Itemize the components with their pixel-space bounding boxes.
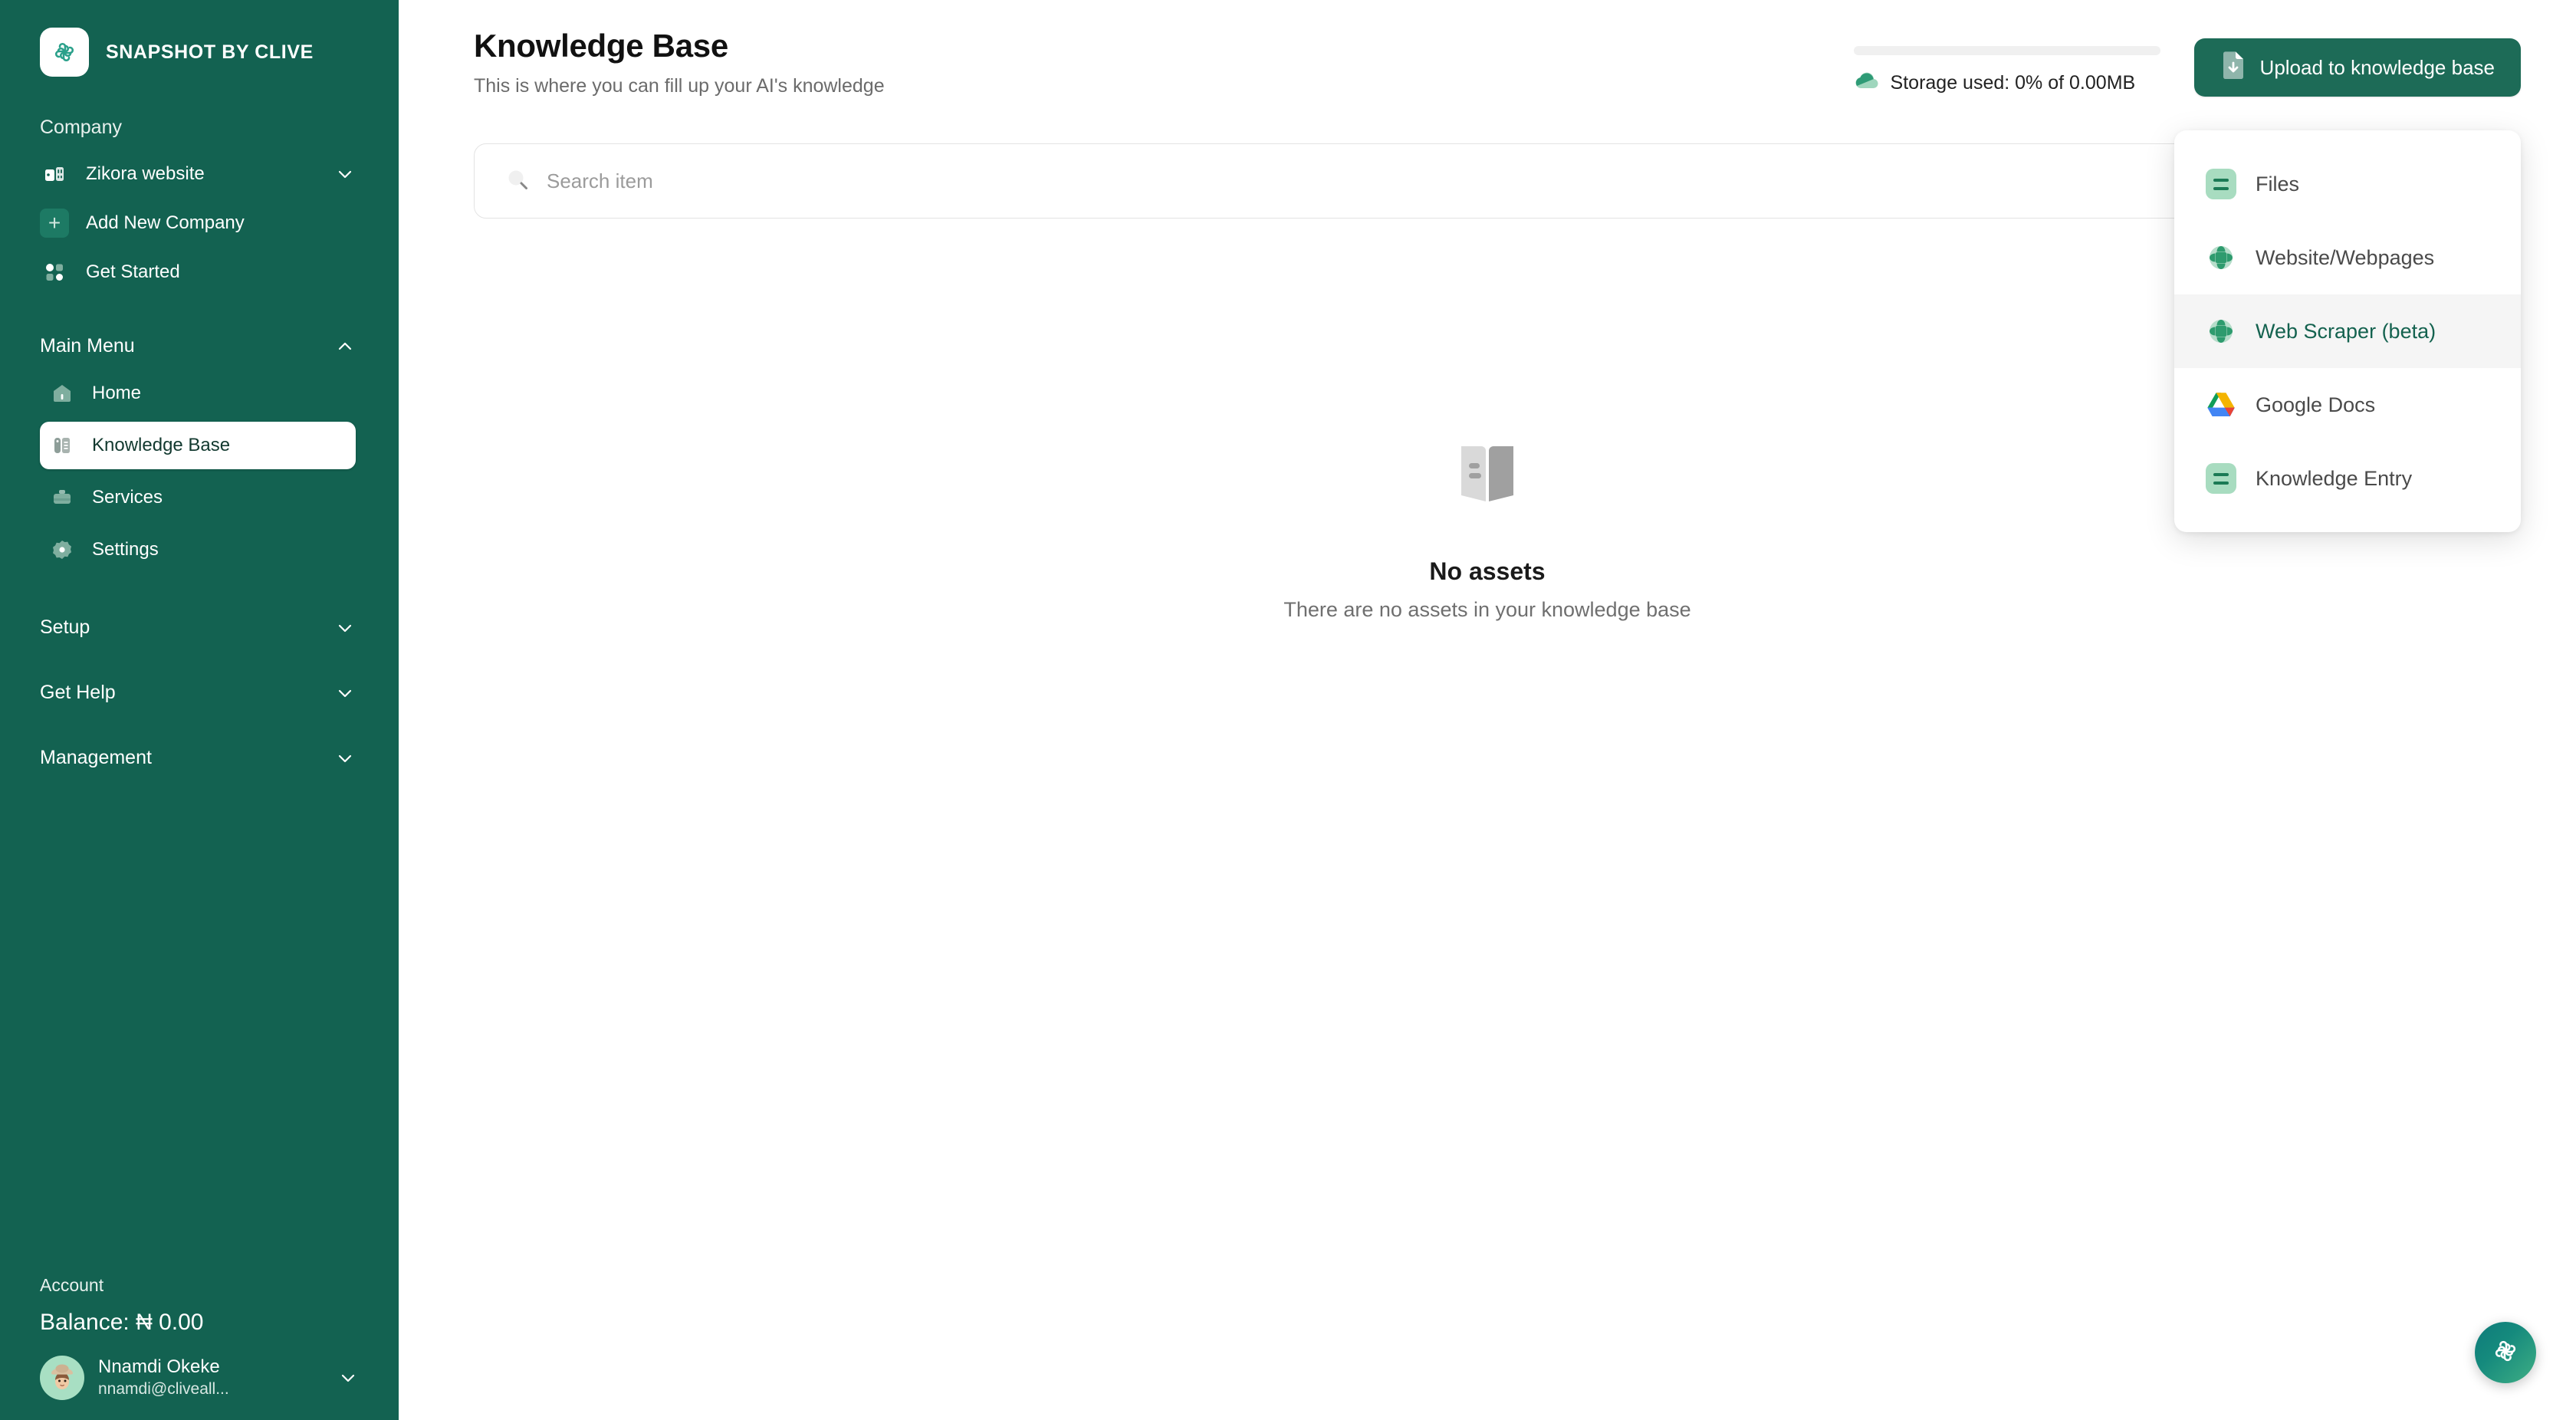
dropdown-item-google-docs[interactable]: Google Docs (2174, 368, 2521, 442)
knowledge-base-icon (49, 432, 75, 459)
sidebar-item-label: Add New Company (86, 212, 245, 233)
google-drive-icon (2205, 389, 2237, 421)
chevron-down-icon[interactable] (337, 1367, 359, 1389)
main-menu-list: Home Knowledge Base Services Settings (0, 370, 399, 574)
page-title-block: Knowledge Base This is where you can fil… (474, 28, 885, 97)
page-subtitle: This is where you can fill up your AI's … (474, 75, 885, 97)
dropdown-item-label: Files (2256, 172, 2300, 196)
brand-header[interactable]: SNAPSHOT BY CLIVE (0, 0, 399, 77)
sidebar-section-main-menu[interactable]: Main Menu (0, 335, 399, 357)
sidebar-item-label: Home (92, 383, 142, 403)
file-download-icon (2220, 51, 2246, 85)
file-tile-icon (2205, 462, 2237, 495)
section-label: Management (40, 747, 152, 768)
user-name: Nnamdi Okeke (98, 1356, 220, 1378)
upload-button-label: Upload to knowledge base (2259, 55, 2495, 79)
user-email: nnamdi@cliveall... (98, 1380, 229, 1399)
storage-indicator: Storage used: 0% of 0.00MB (1853, 38, 2160, 96)
sidebar-item-label: Get Started (86, 261, 180, 282)
home-icon (49, 380, 75, 406)
dropdown-item-files[interactable]: Files (2174, 147, 2521, 221)
section-label: Get Help (40, 682, 116, 703)
cloud-storage-icon (1854, 71, 1880, 96)
sidebar-section-management[interactable]: Management (0, 747, 399, 769)
chevron-down-icon[interactable] (334, 163, 356, 185)
company-list: Zikora website + Add New Company Get Sta… (0, 151, 399, 295)
empty-state-subtitle: There are no assets in your knowledge ba… (1283, 598, 1691, 621)
snapshot-logo-icon (40, 28, 89, 77)
page-header: Knowledge Base This is where you can fil… (399, 0, 2576, 97)
dropdown-item-label: Website/Webpages (2256, 245, 2435, 269)
section-label: Setup (40, 616, 90, 638)
search-placeholder: Search item (547, 169, 653, 192)
sidebar-item-settings[interactable]: Settings (40, 526, 356, 574)
dropdown-item-knowledge-entry[interactable]: Knowledge Entry (2174, 442, 2521, 515)
file-tile-icon (2205, 168, 2237, 200)
sidebar-item-label: Knowledge Base (92, 435, 231, 455)
section-label: Main Menu (40, 335, 135, 357)
dropdown-item-website-webpages[interactable]: Website/Webpages (2174, 221, 2521, 294)
sidebar-section-company: Company (40, 117, 122, 138)
globe-icon (2205, 242, 2237, 274)
search-icon (505, 167, 530, 196)
sidebar-item-services[interactable]: Services (40, 474, 356, 521)
account-label: Account (40, 1275, 104, 1295)
header-actions: Storage used: 0% of 0.00MB Upload to kno… (1853, 28, 2521, 97)
globe-icon (2205, 315, 2237, 347)
company-building-icon (40, 159, 69, 189)
sidebar-item-add-new-company[interactable]: + Add New Company (40, 200, 356, 246)
open-book-icon (1441, 429, 1533, 525)
sidebar-item-label: Settings (92, 539, 159, 560)
snapshot-logo-icon (2489, 1334, 2522, 1372)
sidebar-item-home[interactable]: Home (40, 370, 356, 417)
sidebar-item-label: Zikora website (86, 163, 205, 184)
dots-grid-icon (40, 258, 69, 287)
snapshot-assistant-fab[interactable] (2475, 1322, 2536, 1383)
chevron-up-icon[interactable] (334, 336, 356, 357)
dropdown-item-label: Web Scraper (beta) (2256, 319, 2436, 343)
storage-progress-track (1853, 46, 2160, 55)
sidebar-item-label: Services (92, 487, 163, 508)
storage-row: Storage used: 0% of 0.00MB (1854, 71, 2160, 96)
sidebar-item-zikora-website[interactable]: Zikora website (40, 151, 356, 197)
dropdown-item-label: Knowledge Entry (2256, 466, 2413, 490)
empty-state-title: No assets (1429, 557, 1546, 585)
sidebar-section-get-help[interactable]: Get Help (0, 682, 399, 704)
plus-icon: + (40, 209, 69, 238)
services-icon (49, 485, 75, 511)
upload-options-dropdown: Files Website/Webpages Web Scraper (beta… (2174, 130, 2521, 532)
storage-text: Storage used: 0% of 0.00MB (1890, 72, 2136, 94)
upload-to-knowledge-base-button[interactable]: Upload to knowledge base (2193, 38, 2521, 97)
app-root: SNAPSHOT BY CLIVE Company Zikora website… (0, 0, 2576, 1420)
dropdown-item-web-scraper[interactable]: Web Scraper (beta) (2174, 294, 2521, 368)
brand-name: SNAPSHOT BY CLIVE (106, 41, 314, 63)
sidebar-item-knowledge-base[interactable]: Knowledge Base (40, 422, 356, 469)
avatar (40, 1356, 84, 1400)
sidebar: SNAPSHOT BY CLIVE Company Zikora website… (0, 0, 399, 1420)
settings-icon (49, 537, 75, 563)
dropdown-item-label: Google Docs (2256, 393, 2376, 416)
sidebar-section-setup[interactable]: Setup (0, 616, 399, 639)
account-balance: Balance: ₦ 0.00 (40, 1310, 204, 1335)
account-section: Account Balance: ₦ 0.00 Nnamdi Okeke nna… (0, 1275, 399, 1420)
main-content: Knowledge Base This is where you can fil… (399, 0, 2576, 1420)
chevron-down-icon[interactable] (334, 682, 356, 704)
user-meta: Nnamdi Okeke nnamdi@cliveall... (98, 1356, 324, 1399)
chevron-down-icon[interactable] (334, 748, 356, 769)
sidebar-item-get-started[interactable]: Get Started (40, 249, 356, 295)
chevron-down-icon[interactable] (334, 617, 356, 639)
user-profile-row[interactable]: Nnamdi Okeke nnamdi@cliveall... (40, 1356, 359, 1400)
page-title: Knowledge Base (474, 28, 728, 64)
